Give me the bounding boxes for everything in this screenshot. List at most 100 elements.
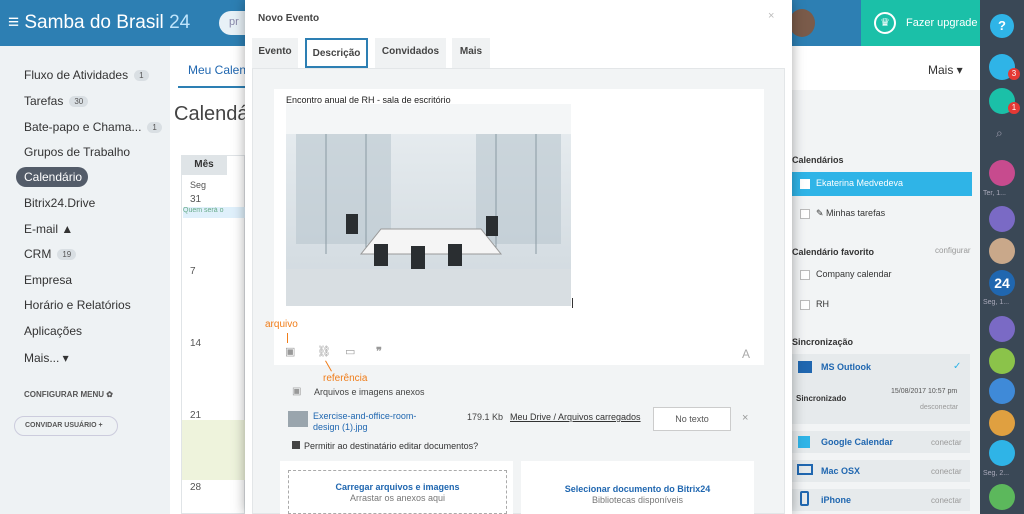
phone-device-icon	[800, 491, 809, 506]
google-link[interactable]: Google Calendar	[821, 437, 893, 447]
megaphone-icon[interactable]	[989, 316, 1015, 342]
sidebar-item-crm[interactable]: CRM 19	[24, 247, 77, 261]
sidebar-item-label: Fluxo de Atividades	[24, 68, 129, 82]
contact-photo-icon[interactable]	[989, 238, 1015, 264]
sidebar-item-calendar[interactable]: Calendário	[16, 167, 88, 187]
sidebar-item-drive[interactable]: Bitrix24.Drive	[24, 196, 95, 210]
annotation-reference: referência	[323, 373, 368, 384]
invite-user-button[interactable]: CONVIDAR USUÁRIO +	[14, 416, 118, 436]
calendar-24-icon[interactable]: 24	[989, 270, 1015, 296]
link-icon[interactable]: ⛓	[317, 345, 331, 358]
sidebar-item-applications[interactable]: Aplicações	[24, 324, 82, 338]
lock-icon[interactable]	[989, 348, 1015, 374]
sync-title: Sincronização	[792, 337, 854, 347]
tab-more[interactable]: Mais	[452, 38, 490, 68]
permission-label: Permitir ao destinatário editar document…	[304, 441, 479, 451]
outlook-link[interactable]: MS Outlook	[821, 362, 871, 372]
search-icon[interactable]: ⌕	[996, 126, 1003, 141]
bitrix-docs-subtitle: Bibliotecas disponíveis	[591, 495, 684, 505]
sidebar-item-groups[interactable]: Grupos de Trabalho	[24, 145, 130, 159]
text-format-icon[interactable]: A	[742, 347, 750, 361]
day-number[interactable]: 14	[190, 338, 201, 349]
remove-file-icon[interactable]: ×	[742, 412, 748, 424]
day-number[interactable]: 7	[190, 266, 196, 277]
count-badge: 1	[134, 70, 149, 81]
upload-dropzone[interactable]	[288, 470, 507, 514]
text-caret	[572, 298, 573, 308]
contact-avatar-icon[interactable]	[989, 160, 1015, 186]
brand-logo[interactable]: ≡ Samba do Brasil 24	[8, 12, 190, 34]
connect-link[interactable]: conectar	[931, 467, 962, 476]
sidebar-item-chat[interactable]: Bate-papo e Chama... 1	[24, 120, 162, 134]
checkbox-checked[interactable]	[800, 179, 810, 189]
sidebar-item-tasks[interactable]: Tarefas 30	[24, 94, 89, 108]
crown-icon: ♛	[874, 12, 896, 34]
calendar-date-label: Seg, 1...	[983, 299, 1010, 306]
event-chip[interactable]: Quem será o	[183, 207, 245, 218]
count-badge: 30	[69, 96, 89, 107]
file-location-link[interactable]: Meu Drive / Arquivos carregados	[510, 412, 641, 422]
configure-link[interactable]: configurar	[935, 246, 971, 255]
user-icon[interactable]	[989, 206, 1015, 232]
phone-icon[interactable]	[989, 484, 1015, 510]
brand-number: 24	[169, 12, 191, 33]
check-icon: ✓	[953, 361, 962, 372]
sidebar-item-company[interactable]: Empresa	[24, 273, 72, 287]
disconnect-link[interactable]: desconectar	[920, 404, 958, 411]
checkbox[interactable]	[800, 300, 810, 310]
calendar-item-company[interactable]: Company calendar	[792, 263, 972, 287]
tab-my-calendar[interactable]: Meu Calen	[188, 63, 246, 77]
contact-icon[interactable]	[989, 410, 1015, 436]
activity-badge: 1	[1008, 102, 1020, 114]
lock-icon[interactable]	[989, 440, 1015, 466]
quote-icon[interactable]: ❞	[376, 345, 382, 358]
brand-name: Samba do Brasil	[24, 12, 164, 33]
annotation-arrow	[287, 333, 288, 343]
office-room-image	[286, 104, 571, 306]
video-icon[interactable]: ▭	[345, 345, 355, 358]
sidebar-item-email[interactable]: E-mail ▲	[24, 222, 73, 236]
office-illustration	[286, 104, 571, 306]
attachment-icon: ▣	[292, 386, 302, 397]
calendar-item-label: Ekaterina Medvedeva	[816, 178, 904, 188]
file-thumbnail	[288, 411, 308, 427]
more-dropdown[interactable]: Mais ▾	[928, 63, 963, 77]
configure-menu-button[interactable]: CONFIGURAR MENU ✿	[24, 390, 113, 399]
tab-event[interactable]: Evento	[252, 38, 298, 68]
calendar-item-ekaterina[interactable]: Ekaterina Medvedeva	[792, 172, 972, 196]
modal-title: Novo Evento	[258, 13, 320, 24]
upgrade-button[interactable]: ♛ Fazer upgrade	[861, 0, 980, 46]
file-attach-icon[interactable]: ▣	[285, 345, 295, 358]
day-number[interactable]: 21	[190, 410, 201, 421]
calendar-item-tasks[interactable]: ✎ Minhas tarefas	[792, 202, 972, 226]
day-number[interactable]: 28	[190, 482, 201, 493]
iphone-link[interactable]: iPhone	[821, 495, 851, 505]
insert-in-text-button[interactable]: No texto	[653, 407, 731, 431]
synced-time: 15/08/2017 10:57 pm	[891, 388, 958, 395]
calendar-item-label: Company calendar	[816, 269, 892, 279]
connect-link[interactable]: conectar	[931, 438, 962, 447]
month-view-button[interactable]: Mês	[181, 155, 227, 175]
day-number[interactable]: 31	[190, 194, 201, 205]
help-button[interactable]: ?	[990, 14, 1014, 38]
user-avatar[interactable]	[789, 9, 815, 37]
bitrix-docs-title[interactable]: Selecionar documento do Bitrix24	[521, 484, 754, 494]
calendar-item-rh[interactable]: RH	[792, 293, 972, 317]
attachments-label: Arquivos e imagens anexos	[314, 387, 425, 397]
sidebar-item-time-reports[interactable]: Horário e Relatórios	[24, 298, 131, 312]
file-name-link[interactable]: Exercise-and-office-room-design (1).jpg	[313, 411, 433, 433]
tab-guests[interactable]: Convidados	[375, 38, 446, 68]
close-icon[interactable]: ×	[768, 10, 774, 22]
sidebar-item-more[interactable]: Mais... ▾	[24, 351, 69, 365]
permission-checkbox[interactable]	[292, 441, 300, 449]
group-icon[interactable]	[989, 378, 1015, 404]
upload-title[interactable]: Carregar arquivos e imagens	[288, 482, 507, 492]
connect-link[interactable]: conectar	[931, 496, 962, 505]
tab-description[interactable]: Descrição	[305, 38, 368, 68]
page-title: Calendár	[174, 103, 256, 125]
checkbox[interactable]	[800, 209, 810, 219]
sidebar-item-activity[interactable]: Fluxo de Atividades 1	[24, 68, 149, 82]
mac-link[interactable]: Mac OSX	[821, 466, 860, 476]
checkbox[interactable]	[800, 270, 810, 280]
calendar-item-label: RH	[816, 299, 829, 309]
